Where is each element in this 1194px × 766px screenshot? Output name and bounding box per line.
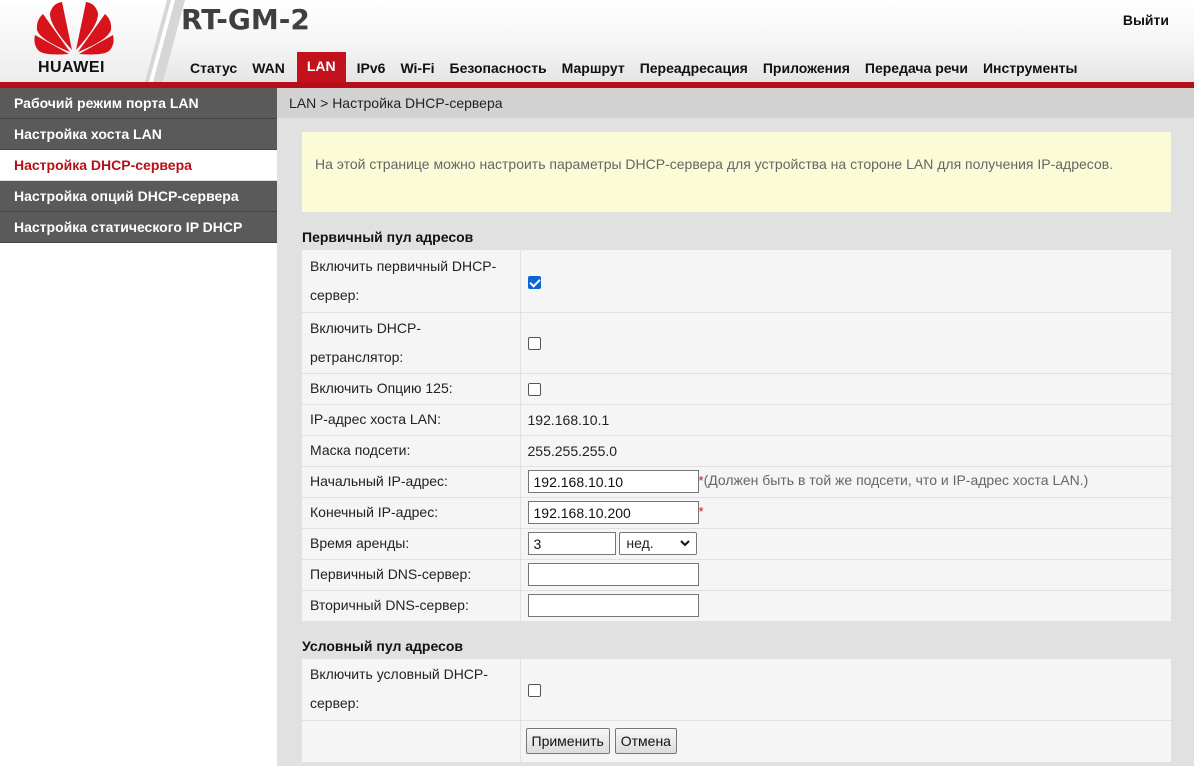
conditional-pool-table: Включить условный DHCP-сервер: Применить… bbox=[302, 659, 1171, 763]
info-text: На этой странице можно настроить парамет… bbox=[315, 156, 1114, 172]
header: HUAWEI RT-GM-2 Выйти Статус WAN LAN IPv6… bbox=[0, 0, 1194, 88]
sidebar: Рабочий режим порта LAN Настройка хоста … bbox=[0, 88, 277, 243]
sidebar-item-lan-host[interactable]: Настройка хоста LAN bbox=[0, 119, 277, 150]
nav-ipv6[interactable]: IPv6 bbox=[350, 54, 393, 82]
info-box: На этой странице можно настроить парамет… bbox=[302, 132, 1171, 212]
top-nav: Статус WAN LAN IPv6 Wi-Fi Безопасность М… bbox=[183, 50, 1086, 82]
dns2-label: Вторичный DNS-сервер: bbox=[302, 590, 521, 622]
enable-primary-checkbox[interactable] bbox=[527, 275, 541, 289]
primary-pool-title: Первичный пул адресов bbox=[302, 229, 474, 245]
enable-conditional-checkbox[interactable] bbox=[527, 684, 541, 698]
sidebar-item-dhcp-static-ip[interactable]: Настройка статического IP DHCP bbox=[0, 212, 277, 243]
table-row: Включить Опцию 125: bbox=[302, 373, 1171, 405]
table-row: Вторичный DNS-сервер: bbox=[302, 590, 1171, 622]
primary-pool-table: Включить первичный DHCP-сервер: Включить… bbox=[302, 250, 1171, 622]
nav-tools[interactable]: Инструменты bbox=[976, 54, 1085, 82]
logo: HUAWEI bbox=[0, 0, 165, 82]
table-row: Конечный IP-адрес: * bbox=[302, 497, 1171, 529]
table-row: Первичный DNS-сервер: bbox=[302, 559, 1171, 591]
enable-relay-label: Включить DHCP-ретранслятор: bbox=[302, 312, 521, 374]
table-row: Включить DHCP-ретранслятор: bbox=[302, 312, 1171, 374]
dns1-label: Первичный DNS-сервер: bbox=[302, 559, 521, 591]
enable-conditional-label: Включить условный DHCP-сервер: bbox=[302, 659, 521, 721]
start-ip-input[interactable] bbox=[527, 470, 699, 493]
table-row: Маска подсети: 255.255.255.0 bbox=[302, 435, 1171, 467]
nav-wan[interactable]: WAN bbox=[245, 54, 292, 82]
lease-unit-select[interactable]: нед. bbox=[619, 532, 698, 555]
table-row: Начальный IP-адрес: *(Должен быть в той … bbox=[302, 466, 1171, 498]
header-divider bbox=[145, 0, 185, 82]
required-mark: * bbox=[698, 504, 704, 520]
cancel-button[interactable]: Отмена bbox=[614, 728, 677, 754]
mask-label: Маска подсети: bbox=[302, 435, 521, 467]
lease-time-input[interactable] bbox=[527, 532, 616, 555]
end-ip-label: Конечный IP-адрес: bbox=[302, 497, 521, 529]
dns2-input[interactable] bbox=[527, 594, 699, 617]
sidebar-item-dhcp-server[interactable]: Настройка DHCP-сервера bbox=[0, 150, 277, 181]
enable-primary-label: Включить первичный DHCP-сервер: bbox=[302, 250, 521, 313]
table-row: Включить первичный DHCP-сервер: bbox=[302, 250, 1171, 313]
nav-wifi[interactable]: Wi-Fi bbox=[393, 54, 441, 82]
enable-relay-checkbox[interactable] bbox=[527, 337, 541, 351]
end-ip-input[interactable] bbox=[527, 501, 699, 524]
conditional-pool-title: Условный пул адресов bbox=[302, 638, 463, 654]
nav-status[interactable]: Статус bbox=[183, 54, 244, 82]
nav-route[interactable]: Маршрут bbox=[555, 54, 632, 82]
enable-option125-checkbox[interactable] bbox=[527, 383, 541, 397]
huawei-logo-icon bbox=[34, 2, 114, 55]
sidebar-item-dhcp-options[interactable]: Настройка опций DHCP-сервера bbox=[0, 181, 277, 212]
main-content: LAN > Настройка DHCP-сервера На этой стр… bbox=[277, 88, 1194, 766]
nav-security[interactable]: Безопасность bbox=[443, 54, 554, 82]
lease-unit-value: нед. bbox=[626, 535, 654, 551]
logo-text: HUAWEI bbox=[38, 59, 105, 76]
table-row: Время аренды: нед. bbox=[302, 528, 1171, 560]
breadcrumb: LAN > Настройка DHCP-сервера bbox=[277, 88, 1194, 118]
device-title: RT-GM-2 bbox=[181, 3, 310, 36]
host-ip-label: IP-адрес хоста LAN: bbox=[302, 404, 521, 436]
start-ip-label: Начальный IP-адрес: bbox=[302, 466, 521, 498]
table-row: Включить условный DHCP-сервер: bbox=[302, 659, 1171, 721]
button-row: Применить Отмена bbox=[302, 720, 1171, 763]
logout-link[interactable]: Выйти bbox=[1123, 12, 1169, 28]
nav-applications[interactable]: Приложения bbox=[756, 54, 857, 82]
lease-time-label: Время аренды: bbox=[302, 528, 521, 560]
sidebar-item-lan-port-mode[interactable]: Рабочий режим порта LAN bbox=[0, 88, 277, 119]
chevron-down-icon bbox=[680, 540, 691, 547]
table-row: IP-адрес хоста LAN: 192.168.10.1 bbox=[302, 404, 1171, 436]
nav-voice[interactable]: Передача речи bbox=[858, 54, 975, 82]
mask-value: 255.255.255.0 bbox=[520, 435, 1171, 467]
nav-lan[interactable]: LAN bbox=[296, 52, 346, 82]
nav-forwarding[interactable]: Переадресация bbox=[633, 54, 755, 82]
enable-option125-label: Включить Опцию 125: bbox=[302, 373, 521, 405]
host-ip-value: 192.168.10.1 bbox=[520, 404, 1171, 436]
dns1-input[interactable] bbox=[527, 563, 699, 586]
apply-button[interactable]: Применить bbox=[525, 728, 610, 754]
start-ip-hint: (Должен быть в той же подсети, что и IP-… bbox=[703, 472, 1089, 489]
